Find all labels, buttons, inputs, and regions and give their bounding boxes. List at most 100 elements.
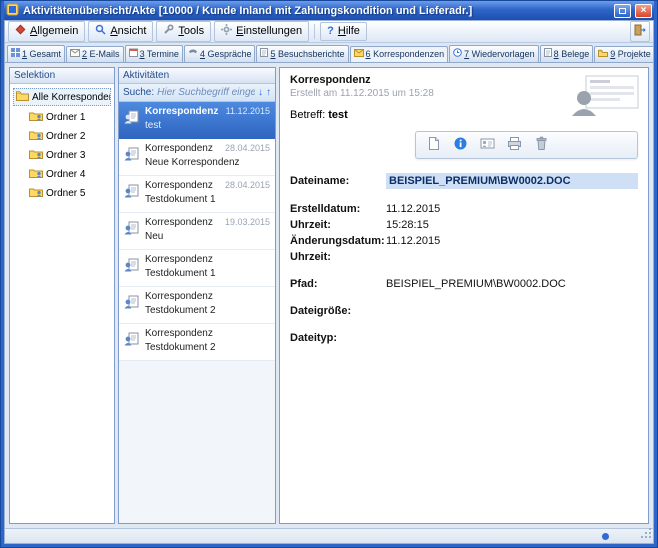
correspondence-icon: [124, 109, 139, 127]
tab-gesamt[interactable]: 1 Gesamt: [7, 45, 65, 62]
close-icon: ×: [641, 6, 647, 16]
field-value: BEISPIEL_PREMIUM\BW0002.DOC: [386, 278, 638, 290]
list-item[interactable]: Korrespondenz Neu 19.03.2015: [119, 213, 275, 250]
detail-panel: Korrespondenz Erstellt am 11.12.2015 um …: [279, 67, 649, 524]
tab-wiedervorlagen[interactable]: 7 Wiedervorlagen: [449, 45, 539, 62]
list-item[interactable]: Korrespondenz Testdokument 1 28.04.2015: [119, 176, 275, 213]
tree-item-label: Ordner 1: [46, 112, 85, 123]
list-item[interactable]: Korrespondenz Neue Korrespondenz 28.04.2…: [119, 139, 275, 176]
belege-icon: [544, 48, 552, 59]
tab-label: 1 Gesamt: [22, 49, 61, 59]
activities-list: Korrespondenz test 11.12.2015 Korrespond…: [119, 102, 275, 523]
tree-item-ordner-3[interactable]: Ordner 3: [27, 147, 111, 163]
field-label: Änderungsdatum:: [290, 235, 386, 247]
menu-item-tools[interactable]: Tools: [156, 21, 211, 42]
tree-root-label: Alle Korrespondenzen: [32, 92, 111, 103]
maximize-button[interactable]: [614, 4, 631, 18]
contact-card-button[interactable]: [480, 136, 495, 154]
menu-item-ansicht[interactable]: Ansicht: [88, 21, 153, 42]
resize-grip[interactable]: [640, 527, 652, 542]
ansicht-icon: [95, 24, 106, 38]
field-label: Dateigröße:: [290, 305, 386, 317]
exit-button[interactable]: [630, 21, 650, 42]
menubar: Allgemein Ansicht Tools Einstellungen ? …: [5, 21, 653, 43]
tab-emails[interactable]: 2 E-Mails: [66, 46, 124, 62]
tree-item-ordner-4[interactable]: Ordner 4: [27, 166, 111, 182]
item-date: 28.04.2015: [225, 143, 270, 153]
subject-value: test: [328, 109, 348, 121]
tab-label: 8 Belege: [554, 49, 590, 59]
item-subtitle: Neu: [145, 231, 271, 242]
info-button[interactable]: [453, 136, 468, 154]
print-button[interactable]: [507, 136, 522, 154]
document-toolbar: [415, 131, 638, 159]
tab-gespraeche[interactable]: 4 Gespräche: [184, 45, 256, 62]
app-icon: [6, 3, 19, 19]
activities-panel-header: Aktivitäten: [119, 68, 275, 84]
tree-item-label: Ordner 4: [46, 169, 85, 180]
tree-item-ordner-1[interactable]: Ordner 1: [27, 109, 111, 125]
item-subtitle: Testdokument 1: [145, 194, 271, 205]
field-label: Erstelldatum:: [290, 203, 386, 215]
search-input[interactable]: [157, 87, 255, 98]
field-value: 15:28:15: [386, 219, 638, 231]
list-item[interactable]: Korrespondenz Testdokument 2: [119, 287, 275, 324]
folder-user-icon: [29, 110, 43, 124]
menu-label: Ansicht: [110, 25, 146, 37]
tree-item-alle-korrespondenzen[interactable]: Alle Korrespondenzen: [13, 88, 111, 106]
list-item[interactable]: Korrespondenz test 11.12.2015: [119, 102, 275, 139]
tab-korrespondenzen[interactable]: 6 Korrespondenzen: [350, 46, 449, 63]
tree-item-ordner-5[interactable]: Ordner 5: [27, 185, 111, 201]
field-label: Uhrzeit:: [290, 251, 386, 263]
correspondence-icon: [124, 183, 139, 201]
window-title: Aktivitätenübersicht/Akte [10000 / Kunde…: [23, 5, 610, 17]
subject-label: Betreff:: [290, 109, 325, 121]
folder-user-icon: [29, 129, 43, 143]
projekte-icon: [598, 49, 608, 59]
item-title: Korrespondenz: [145, 254, 271, 265]
list-item[interactable]: Korrespondenz Testdokument 2: [119, 324, 275, 361]
tools-icon: [163, 24, 174, 38]
titlebar: Aktivitätenübersicht/Akte [10000 / Kunde…: [4, 1, 654, 20]
contact-card-icon: [480, 136, 495, 154]
item-date: 28.04.2015: [225, 180, 270, 190]
tab-besuchsberichte[interactable]: 5 Besuchsberichte: [256, 45, 348, 62]
info-icon: [453, 136, 468, 154]
sort-descending-icon[interactable]: ↓: [258, 87, 263, 98]
delete-button[interactable]: [534, 136, 549, 154]
menu-separator: [314, 24, 315, 39]
tab-belege[interactable]: 8 Belege: [540, 45, 594, 62]
field-row-uhrzeit-1: Uhrzeit: 15:28:15: [290, 217, 638, 232]
tab-label: 6 Korrespondenzen: [366, 49, 445, 59]
document-button[interactable]: [426, 136, 441, 154]
correspondence-icon: [124, 146, 139, 164]
folder-tree: Alle Korrespondenzen Ordner 1 Ordner 2 O…: [10, 84, 114, 205]
delete-icon: [534, 136, 549, 154]
tree-item-label: Ordner 2: [46, 131, 85, 142]
menu-label: Einstellungen: [236, 25, 302, 37]
hilfe-icon: ?: [327, 25, 334, 37]
gespraeche-icon: [188, 48, 198, 59]
menu-item-einstellungen[interactable]: Einstellungen: [214, 21, 309, 42]
folder-user-icon: [29, 186, 43, 200]
besuchsberichte-icon: [260, 48, 268, 59]
field-row-uhrzeit-2: Uhrzeit:: [290, 249, 638, 264]
field-list: Dateiname: BEISPIEL_PREMIUM\BW0002.DOC E…: [290, 173, 638, 346]
sort-ascending-icon[interactable]: ↑: [266, 87, 271, 98]
tab-projekte[interactable]: 9 Projekte: [594, 46, 653, 62]
tab-termine[interactable]: 3 Termine: [125, 45, 183, 62]
document-icon: [426, 136, 441, 154]
item-date: 19.03.2015: [225, 217, 270, 227]
menu-item-hilfe[interactable]: ? Hilfe: [320, 22, 367, 41]
menu-item-allgemein[interactable]: Allgemein: [8, 21, 85, 42]
item-subtitle: Neue Korrespondenz: [145, 157, 271, 168]
list-item[interactable]: Korrespondenz Testdokument 1: [119, 250, 275, 287]
correspondence-icon: [124, 220, 139, 238]
item-title: Korrespondenz: [145, 291, 271, 302]
field-row-erstelldatum: Erstelldatum: 11.12.2015: [290, 201, 638, 216]
folder-user-icon: [29, 167, 43, 181]
tree-item-ordner-2[interactable]: Ordner 2: [27, 128, 111, 144]
tab-label: 5 Besuchsberichte: [270, 49, 344, 59]
item-subtitle: Testdokument 2: [145, 305, 271, 316]
close-button[interactable]: ×: [635, 4, 652, 18]
